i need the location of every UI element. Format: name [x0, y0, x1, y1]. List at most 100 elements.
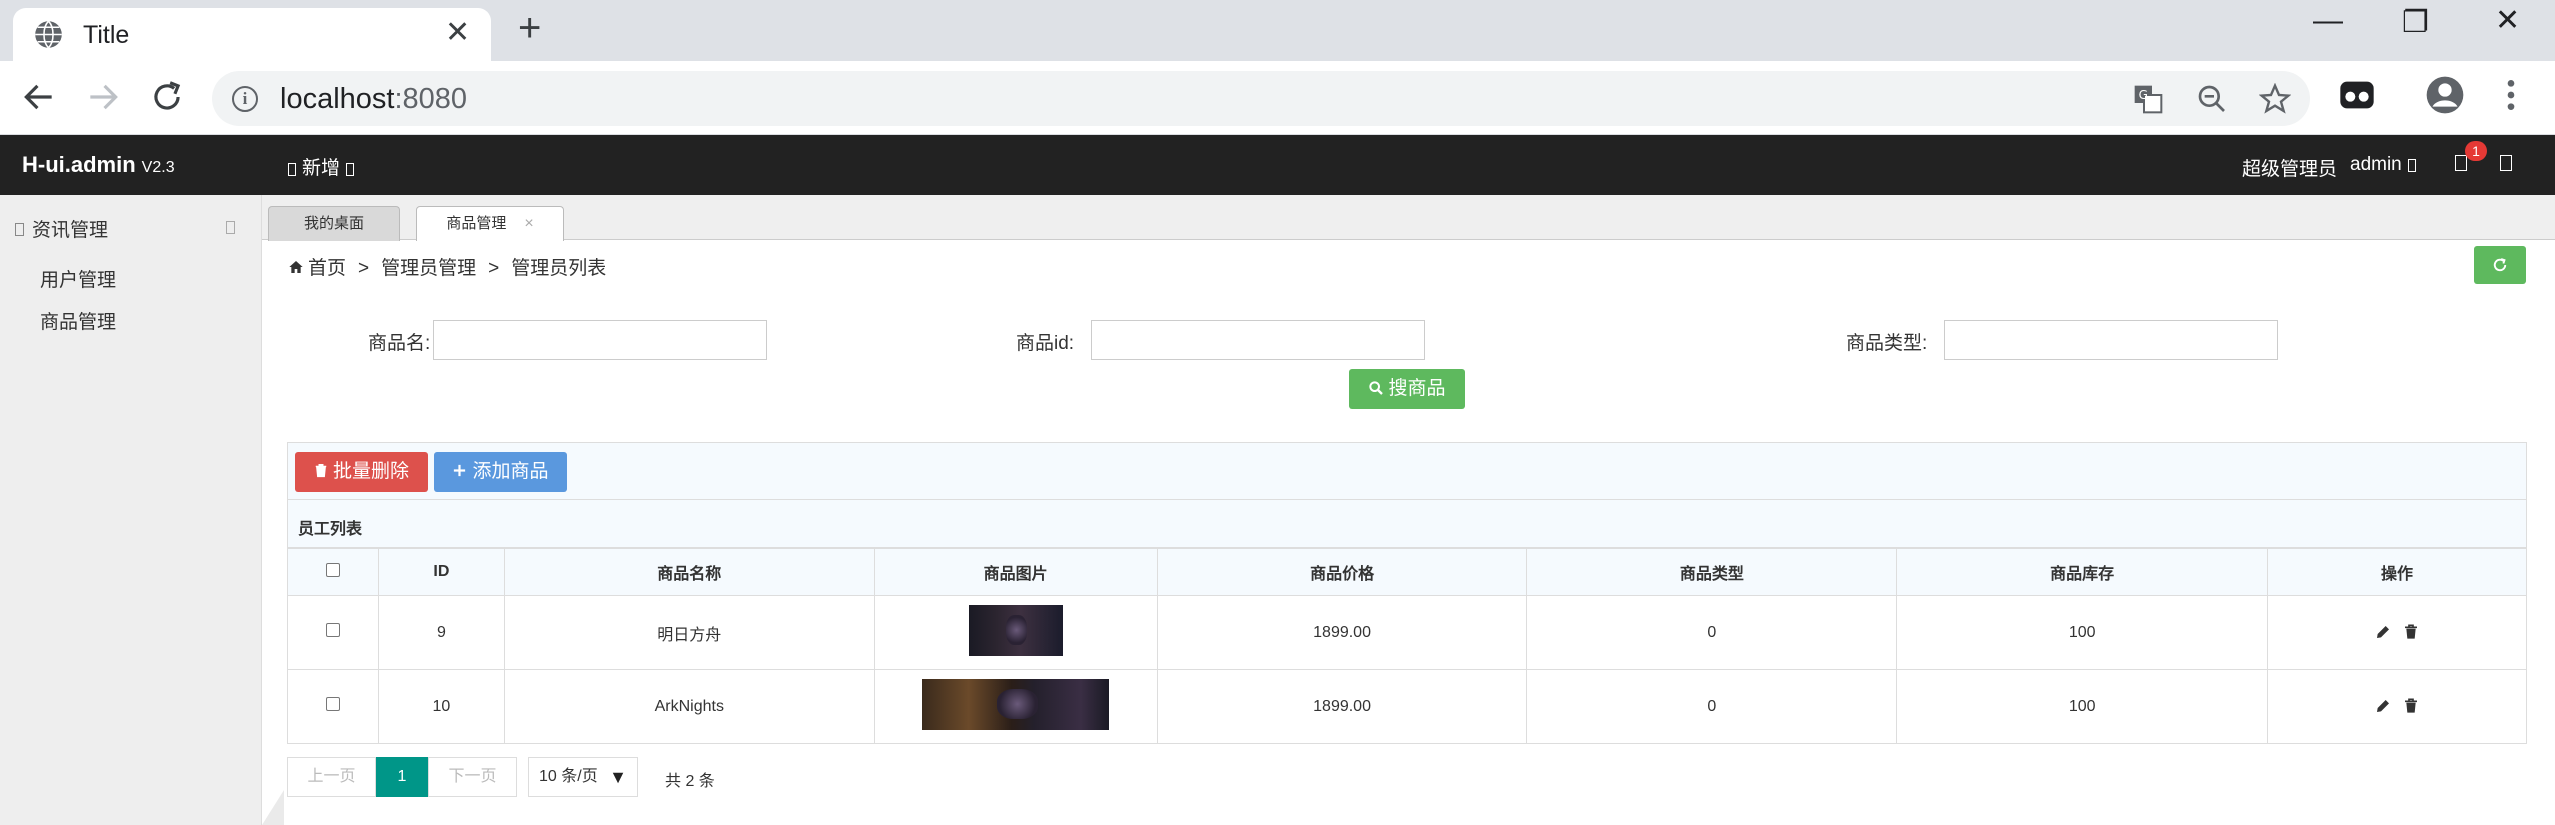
caret-down-icon: [346, 163, 355, 176]
current-page-button[interactable]: 1: [376, 757, 428, 797]
batch-delete-button[interactable]: 批量删除: [295, 452, 428, 492]
app-logo[interactable]: H-ui.admin V2.3: [22, 152, 175, 178]
extension-icon[interactable]: [2337, 75, 2377, 115]
delete-trash-icon[interactable]: [2403, 698, 2419, 714]
translate-icon[interactable]: G: [2132, 83, 2164, 115]
collapse-toggle-icon[interactable]: [226, 221, 235, 234]
tab-product-management[interactable]: 商品管理 ×: [416, 206, 564, 241]
minimize-window-icon[interactable]: —: [2313, 6, 2343, 36]
zoom-out-icon[interactable]: [2196, 83, 2228, 115]
refresh-button[interactable]: [2474, 246, 2526, 284]
profile-avatar-icon[interactable]: [2425, 75, 2465, 115]
back-arrow-icon[interactable]: [20, 78, 58, 116]
cell-actions: [2267, 669, 2527, 744]
close-tab-x-icon[interactable]: ×: [524, 215, 533, 232]
table-header-row: ID 商品名称 商品图片 商品价格 商品类型 商品库存 操作: [287, 548, 2527, 596]
cell-name: 明日方舟: [503, 595, 875, 670]
table-row: 10 ArkNights 1899.00 0 100: [287, 669, 2527, 744]
forward-arrow-icon[interactable]: [84, 78, 122, 116]
new-tab-icon[interactable]: +: [518, 8, 541, 48]
menu-group-icon: [15, 223, 24, 236]
cell-stock: 100: [1896, 669, 2269, 744]
add-icon: [288, 163, 296, 176]
message-count-badge: 1: [2465, 141, 2487, 161]
prev-page-button[interactable]: 上一页: [287, 757, 376, 797]
row-checkbox[interactable]: [325, 623, 340, 637]
col-header-name: 商品名称: [503, 548, 875, 596]
site-info-icon[interactable]: [232, 86, 258, 112]
add-product-button[interactable]: 添加商品: [434, 452, 567, 492]
cell-stock: 100: [1896, 595, 2269, 670]
close-tab-icon[interactable]: ✕: [445, 18, 470, 48]
search-products-button[interactable]: 搜商品: [1349, 369, 1465, 409]
cell-id: 10: [377, 669, 505, 744]
trash-icon: [315, 463, 327, 478]
edit-pencil-icon[interactable]: [2375, 624, 2391, 640]
total-count: 共 2 条: [665, 773, 715, 790]
tab-desktop[interactable]: 我的桌面: [268, 206, 400, 241]
select-all-checkbox[interactable]: [325, 562, 340, 577]
table-caption: 员工列表: [287, 500, 2527, 548]
svg-text:G: G: [2139, 88, 2148, 102]
table-row: 9 明日方舟 1899.00 0 100: [287, 595, 2527, 670]
products-table: ID 商品名称 商品图片 商品价格 商品类型 商品库存 操作 9 明日方舟 18…: [287, 548, 2527, 744]
app-header: H-ui.admin V2.3 新增 超级管理员 admin 1: [0, 135, 2555, 195]
page-size-select[interactable]: 10 条/页 ▼: [528, 757, 638, 797]
sidebar-item-users[interactable]: 用户管理: [40, 265, 116, 292]
caret-down-icon: [2407, 159, 2416, 172]
product-name-label: 商品名:: [368, 333, 431, 354]
breadcrumb-level1: 管理员管理: [381, 258, 477, 279]
bookmark-star-icon[interactable]: [2259, 83, 2291, 115]
product-thumbnail: [968, 604, 1063, 656]
refresh-icon: [2493, 258, 2507, 272]
browser-tabstrip: Title ✕ + — ❐ ✕: [0, 0, 2555, 61]
product-id-input[interactable]: [1091, 320, 1425, 360]
sidebar-group-news[interactable]: 资讯管理: [15, 215, 108, 242]
resize-corner: [262, 790, 284, 825]
cell-actions: [2267, 595, 2527, 670]
add-menu-button[interactable]: 新增: [288, 153, 355, 180]
user-menu[interactable]: admin: [2350, 154, 2416, 176]
cell-price: 1899.00: [1156, 669, 1528, 744]
browser-toolbar: localhost:8080 G: [0, 61, 2555, 135]
row-checkbox[interactable]: [325, 697, 340, 711]
edit-pencil-icon[interactable]: [2375, 698, 2391, 714]
cell-name: ArkNights: [503, 669, 875, 744]
browser-tab[interactable]: Title ✕: [13, 8, 491, 61]
sidebar-item-products[interactable]: 商品管理: [40, 307, 116, 334]
restore-window-icon[interactable]: ❐: [2402, 8, 2429, 38]
cell-type: 0: [1526, 669, 1898, 744]
browser-tab-title: Title: [83, 21, 130, 49]
col-header-stock: 商品库存: [1896, 548, 2269, 596]
product-type-label: 商品类型:: [1846, 333, 1928, 354]
close-window-icon[interactable]: ✕: [2495, 6, 2520, 36]
sidebar: 资讯管理 用户管理 商品管理: [0, 195, 262, 825]
product-type-input[interactable]: [1944, 320, 2278, 360]
plus-icon: [454, 464, 466, 477]
breadcrumb: 首页 > 管理员管理 > 管理员列表: [288, 253, 606, 280]
user-role: 超级管理员: [2242, 159, 2338, 180]
dropdown-arrow-icon: ▼: [609, 767, 627, 787]
product-id-label: 商品id:: [1016, 333, 1075, 354]
search-icon: [1369, 381, 1384, 395]
breadcrumb-home[interactable]: 首页: [308, 258, 346, 279]
breadcrumb-level2: 管理员列表: [511, 258, 607, 279]
delete-trash-icon[interactable]: [2403, 624, 2419, 640]
col-header-image: 商品图片: [873, 548, 1158, 596]
col-header-type: 商品类型: [1526, 548, 1898, 596]
product-name-input[interactable]: [433, 320, 767, 360]
globe-icon: [35, 20, 62, 49]
app-version: V2.3: [141, 159, 175, 176]
next-page-button[interactable]: 下一页: [428, 757, 517, 797]
message-icon[interactable]: [2455, 155, 2467, 171]
col-header-actions: 操作: [2267, 548, 2527, 596]
address-bar[interactable]: localhost:8080 G: [212, 71, 2310, 126]
url-text: localhost:8080: [280, 83, 468, 115]
browser-menu-icon[interactable]: [2491, 75, 2531, 115]
cell-price: 1899.00: [1156, 595, 1528, 670]
app-tabbar: 我的桌面 商品管理 ×: [262, 195, 2555, 241]
reload-icon[interactable]: [148, 78, 186, 116]
cell-id: 9: [377, 595, 505, 670]
cell-type: 0: [1526, 595, 1898, 670]
skin-switch-icon[interactable]: [2500, 155, 2512, 171]
